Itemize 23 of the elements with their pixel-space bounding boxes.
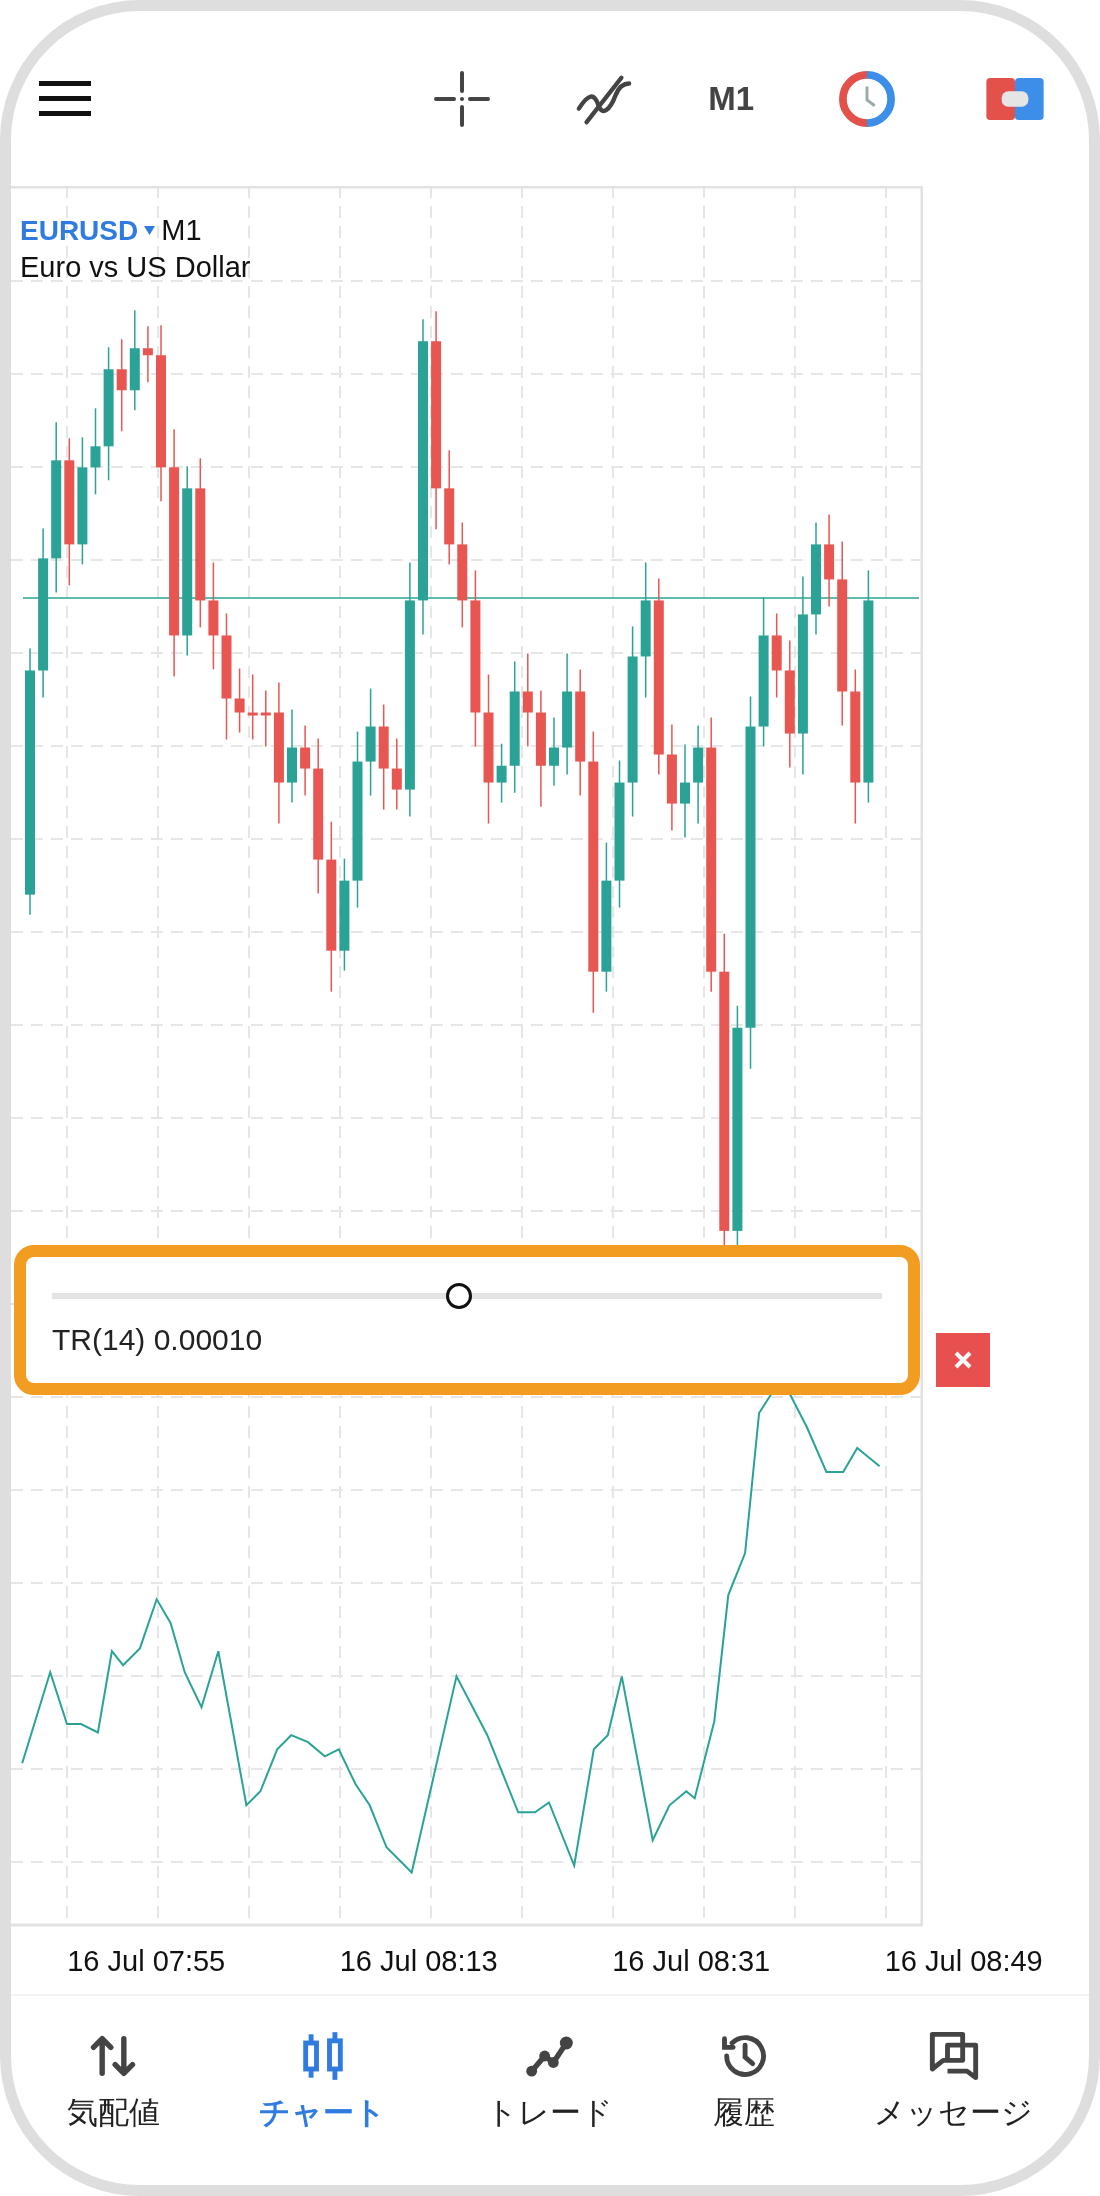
chart-timeframe: M1 (161, 214, 202, 247)
time-axis-label: 16 Jul 08:31 (612, 1944, 771, 1978)
nav-tab[interactable]: チャート (253, 2026, 393, 2138)
clock-icon[interactable] (838, 70, 896, 127)
nav-tab[interactable]: 気配値 (60, 2026, 166, 2138)
time-axis-label: 16 Jul 08:13 (339, 1944, 498, 1978)
symbol-selector[interactable]: EURUSD (20, 214, 139, 247)
indicator-label: TR(14) 0.00010 (52, 1323, 264, 1357)
chat-bubbles-icon (927, 2030, 980, 2082)
time-axis-label: 16 Jul 08:49 (884, 1944, 1043, 1978)
toggle-icon[interactable] (986, 77, 1044, 120)
close-icon (953, 1350, 973, 1370)
crosshair-icon[interactable] (433, 70, 492, 127)
slider-thumb[interactable] (445, 1283, 472, 1309)
menu-icon[interactable] (39, 80, 91, 117)
nav-tab[interactable]: メッセージ (868, 2026, 1040, 2138)
close-button[interactable] (936, 1333, 990, 1387)
caret-icon[interactable] (144, 226, 156, 235)
timeframe-button[interactable]: M1 (708, 79, 754, 118)
nav-tab[interactable]: トレード (480, 2026, 619, 2138)
nav-tab[interactable]: 履歴 (706, 2026, 781, 2138)
symbol-description: Euro vs US Dollar (20, 251, 251, 284)
time-axis-label: 16 Jul 07:55 (67, 1944, 226, 1978)
